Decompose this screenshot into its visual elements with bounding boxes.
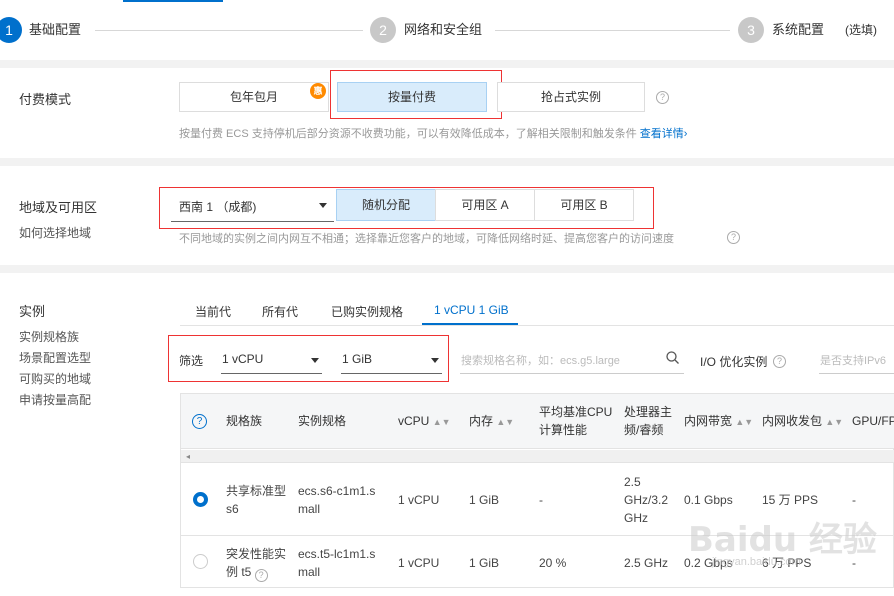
th-family: 规格族 — [226, 414, 263, 428]
help-icon[interactable]: ? — [192, 414, 207, 429]
side-link-family[interactable]: 实例规格族 — [19, 328, 79, 345]
cell-baseline: - — [539, 493, 543, 507]
help-icon[interactable]: ? — [656, 91, 669, 104]
cell-memory: 1 GiB — [469, 556, 500, 570]
help-icon[interactable]: ? — [727, 231, 740, 244]
cell-spec: ecs.s6-c1m1.small — [298, 484, 376, 516]
cell-family: 突发性能实例 t5 ? — [226, 547, 287, 582]
instance-title: 实例 — [19, 304, 46, 319]
region-title: 地域及可用区 — [19, 200, 98, 215]
sort-icon[interactable]: ▲▼ — [496, 417, 514, 427]
step-3-circle: 3 — [738, 17, 764, 43]
promo-badge: 惠 — [310, 83, 326, 99]
memory-select-value: 1 GiB — [342, 352, 373, 366]
io-optimized-label: I/O 优化实例 — [700, 355, 768, 369]
search-icon[interactable] — [666, 351, 679, 364]
billing-option-subscription[interactable]: 包年包月 — [179, 82, 329, 112]
cell-spec: ecs.t5-lc1m1.small — [298, 547, 376, 579]
watermark-url: jingyan.baidu.com — [712, 556, 801, 568]
vcpu-select-value: 1 vCPU — [222, 352, 264, 366]
steps-active-indicator — [123, 0, 223, 2]
side-link-scenario[interactable]: 场景配置选型 — [19, 349, 91, 366]
ipv6-select[interactable]: 是否支持IPv6 — [819, 344, 894, 374]
step-divider — [95, 30, 363, 31]
help-icon[interactable]: ? — [254, 569, 268, 582]
cell-family: 共享标准型 s6 — [226, 484, 287, 516]
scroll-left-icon[interactable]: ◂ — [186, 450, 190, 463]
filter-label: 筛选 — [179, 354, 204, 368]
billing-title: 付费模式 — [19, 92, 72, 107]
region-help-link[interactable]: 如何选择地域 — [19, 224, 91, 241]
memory-select[interactable]: 1 GiB — [341, 344, 442, 374]
cell-memory: 1 GiB — [469, 493, 500, 507]
tab-divider — [180, 325, 894, 326]
region-section: 地域及可用区 如何选择地域 西南 1 （成都) 随机分配 可用区 A 可用区 B… — [0, 166, 894, 265]
th-vcpu[interactable]: vCPU ▲▼ — [398, 412, 451, 431]
tab-1vcpu-1gib[interactable]: 1 vCPU 1 GiB — [434, 303, 509, 317]
row-radio[interactable] — [193, 554, 208, 569]
vcpu-select[interactable]: 1 vCPU — [221, 344, 322, 374]
th-pps[interactable]: 内网收发包 ▲▼ — [762, 412, 843, 431]
chevron-down-icon — [311, 358, 319, 363]
sort-icon[interactable]: ▲▼ — [433, 417, 451, 427]
th-memory[interactable]: 内存 ▲▼ — [469, 412, 514, 431]
step-3-optional: (选填) — [845, 23, 877, 37]
step-1-label[interactable]: 基础配置 — [29, 20, 81, 40]
side-link-apply[interactable]: 申请按量高配 — [19, 391, 91, 408]
steps-bar: 1 基础配置 2 网络和安全组 3 系统配置 (选填) — [0, 0, 894, 60]
row-radio[interactable] — [193, 492, 208, 507]
tab-all-gen[interactable]: 所有代 — [262, 303, 298, 320]
billing-option-spot[interactable]: 抢占式实例 — [497, 82, 645, 112]
region-select-value: 西南 1 （成都) — [179, 200, 257, 214]
spec-search-input[interactable]: 搜索规格名称，如：ecs.g5.large — [460, 344, 684, 374]
horizontal-scrollbar[interactable]: ◂ — [181, 450, 894, 463]
th-bandwidth[interactable]: 内网带宽 ▲▼ — [684, 412, 753, 431]
cell-vcpu: 1 vCPU — [398, 493, 440, 507]
th-baseline: 平均基准CPU计算性能 — [539, 405, 613, 437]
search-placeholder: 搜索规格名称，如：ecs.g5.large — [461, 355, 620, 367]
cell-frequency: 2.5 GHz/3.2 GHz — [624, 475, 669, 525]
step-1-circle: 1 — [0, 17, 22, 43]
step-3-label[interactable]: 系统配置 — [772, 20, 824, 40]
tab-purchased[interactable]: 已购实例规格 — [331, 303, 403, 320]
detail-link[interactable]: 查看详情› — [640, 128, 688, 140]
th-gpu: GPU/FP — [852, 414, 894, 428]
step-2-label[interactable]: 网络和安全组 — [404, 20, 482, 40]
cell-bandwidth: 0.1 Gbps — [684, 493, 733, 507]
zone-b[interactable]: 可用区 B — [534, 189, 634, 221]
region-hint: 不同地域的实例之间内网互不相通；选择靠近您客户的地域，可降低网络时延、提高您客户… — [179, 233, 674, 245]
sort-icon[interactable]: ▲▼ — [735, 417, 753, 427]
cell-vcpu: 1 vCPU — [398, 556, 440, 570]
step-divider — [495, 30, 730, 31]
highlight-box — [330, 70, 502, 119]
th-spec: 实例规格 — [298, 414, 347, 428]
zone-random[interactable]: 随机分配 — [336, 189, 436, 221]
th-frequency: 处理器主频/睿频 — [624, 405, 673, 437]
cell-baseline: 20 % — [539, 556, 567, 570]
help-icon[interactable]: ? — [773, 355, 786, 368]
tab-current-gen[interactable]: 当前代 — [195, 303, 231, 320]
sort-icon[interactable]: ▲▼ — [825, 417, 843, 427]
billing-hint: 按量付费 ECS 支持停机后部分资源不收费功能，可以有效降低成本，了解相关限制和… — [179, 128, 688, 140]
chevron-down-icon — [431, 358, 439, 363]
baidu-watermark-logo: Baidu 经验 — [688, 520, 877, 560]
step-2-circle: 2 — [370, 17, 396, 43]
billing-section: 付费模式 包年包月 惠 按量付费 抢占式实例 ? 按量付费 ECS 支持停机后部… — [0, 68, 894, 158]
zone-a[interactable]: 可用区 A — [435, 189, 535, 221]
side-link-regions[interactable]: 可购买的地域 — [19, 370, 91, 387]
region-select[interactable]: 西南 1 （成都) — [171, 190, 334, 222]
ipv6-placeholder: 是否支持IPv6 — [820, 355, 887, 367]
cell-frequency: 2.5 GHz — [624, 556, 669, 570]
cell-pps: 15 万 PPS — [762, 493, 819, 507]
cell-gpu: - — [852, 493, 856, 507]
chevron-down-icon — [319, 203, 327, 208]
